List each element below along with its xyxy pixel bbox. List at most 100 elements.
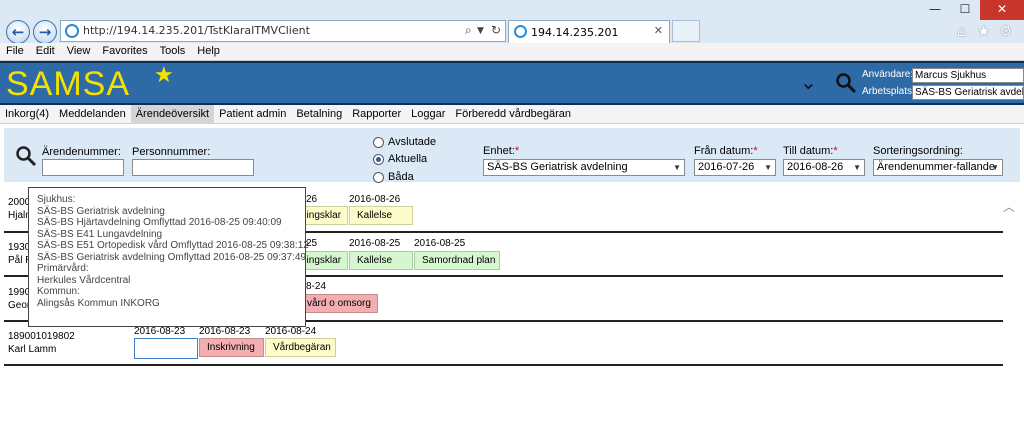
status-chip[interactable]: Samordnad plan	[414, 251, 500, 270]
menu-tools[interactable]: Tools	[154, 43, 192, 60]
row-id: 1990	[8, 287, 31, 298]
nav-inkorg[interactable]: Inkorg(4)	[0, 105, 54, 124]
close-window-button[interactable]: ✕	[980, 0, 1024, 20]
to-date-label: Till datum:*	[783, 145, 838, 157]
row-date: 26	[306, 194, 318, 205]
tooltip-line: Primärvård:	[37, 263, 89, 274]
star-icon[interactable]: ★	[154, 63, 174, 88]
status-chip[interactable]: Vårdbegäran	[265, 338, 336, 357]
case-number-input[interactable]	[42, 159, 124, 176]
nav-betalning[interactable]: Betalning	[291, 105, 347, 124]
to-date-select[interactable]: 2016-08-26 ▼	[783, 159, 865, 176]
menu-help[interactable]: Help	[191, 43, 226, 60]
from-date-select[interactable]: 2016-07-26 ▼	[694, 159, 776, 176]
row-date: 2016-08-23	[134, 326, 186, 337]
radio-completed[interactable]	[373, 137, 384, 148]
unit-label: Enhet:*	[483, 145, 520, 157]
browser-chrome: — ☐ ✕ ← → http://194.14.235.201/TstKlara…	[0, 0, 1024, 44]
app-logo: SAMSA	[6, 65, 131, 103]
nav-arendeoversikt[interactable]: Ärendeöversikt	[130, 105, 215, 124]
menu-file[interactable]: File	[0, 43, 30, 60]
nav-rapporter[interactable]: Rapporter	[347, 105, 406, 124]
nav-patient-admin[interactable]: Patient admin	[214, 105, 291, 124]
forward-button[interactable]: →	[33, 20, 57, 44]
main-nav: Inkorg(4) Meddelanden Ärendeöversikt Pat…	[0, 105, 1024, 124]
status-chip[interactable]: Kallelse	[349, 206, 413, 225]
tooltip-line: SÄS-BS E41 Lungavdelning	[37, 228, 163, 240]
dropdown-arrow-icon: ▼	[673, 163, 681, 172]
empty-status-cell[interactable]	[134, 338, 198, 359]
row-date: 2016-08-26	[349, 194, 401, 205]
refresh-icon[interactable]: ↻	[491, 23, 501, 37]
case-number-label: Ärendenummer:	[42, 146, 121, 158]
row-id: 1930	[8, 242, 31, 253]
row-date: 2016-08-25	[349, 238, 401, 249]
row-divider	[4, 364, 1003, 366]
radio-completed-label: Avslutade	[388, 136, 437, 148]
row-date: 2016-08-24	[265, 326, 317, 337]
radio-current-label: Aktuella	[388, 153, 428, 165]
sort-select[interactable]: Ärendenummer-fallande ▼	[873, 159, 1003, 176]
tooltip-line: Kommun:	[37, 286, 80, 297]
status-chip[interactable]: Kallelse	[349, 251, 413, 270]
minimize-button[interactable]: —	[920, 0, 950, 20]
nav-forberedd-vardbegaran[interactable]: Förberedd vårdbegäran	[450, 105, 576, 124]
window-controls: — ☐ ✕	[920, 0, 1024, 20]
radio-both[interactable]	[373, 172, 384, 183]
workplace-field[interactable]: SÄS-BS Geriatrisk avdeln	[912, 85, 1024, 100]
user-label: Användare:	[862, 69, 914, 80]
dropdown-arrow-icon[interactable]: ▼	[477, 26, 484, 36]
menu-view[interactable]: View	[61, 43, 97, 60]
browser-tab[interactable]: 194.14.235.201 ✕	[508, 20, 670, 43]
search-icon[interactable]	[835, 72, 857, 94]
search-icon[interactable]: ⌕	[465, 23, 472, 38]
person-number-label: Personnummer:	[132, 146, 211, 158]
address-bar[interactable]: http://194.14.235.201/TstKlaraITMVClient…	[60, 20, 506, 42]
address-url: http://194.14.235.201/TstKlaraITMVClient	[83, 24, 310, 37]
row-id: 2000	[8, 197, 31, 208]
tooltip-line: SÄS-BS Hjärtavdelning Omflyttad 2016-08-…	[37, 217, 282, 228]
menu-edit[interactable]: Edit	[30, 43, 61, 60]
radio-current[interactable]	[373, 154, 384, 165]
person-number-input[interactable]	[132, 159, 254, 176]
sort-label: Sorteringsordning:	[873, 145, 963, 157]
dropdown-arrow-icon: ▼	[853, 163, 861, 172]
row-date: 2016-08-25	[414, 238, 466, 249]
hospital-tooltip: Sjukhus: SÄS-BS Geriatrisk avdelning SÄS…	[28, 187, 309, 327]
row-name: Karl Lamm	[8, 344, 57, 355]
from-date-label: Från datum:*	[694, 145, 758, 157]
favorites-icon[interactable]: ★	[977, 22, 990, 40]
menu-bar: File Edit View Favorites Tools Help	[0, 43, 1024, 61]
nav-meddelanden[interactable]: Meddelanden	[54, 105, 131, 124]
app-header: SAMSA ★ ⌄ Användare: Marcus Sjukhus Arbe…	[0, 61, 1024, 105]
maximize-button[interactable]: ☐	[950, 0, 980, 20]
home-icon[interactable]: ⌂	[957, 22, 967, 40]
tooltip-line: SÄS-BS Geriatrisk avdelning Omflyttad 20…	[37, 251, 307, 263]
row-date: 2016-08-23	[199, 326, 251, 337]
row-id: 189001019802	[8, 331, 75, 342]
ie-tab-icon	[514, 25, 527, 38]
nav-loggar[interactable]: Loggar	[406, 105, 450, 124]
unit-select[interactable]: SÄS-BS Geriatrisk avdelning ▼	[483, 159, 685, 176]
tooltip-line: Herkules Vårdcentral	[37, 274, 131, 286]
scroll-up-icon[interactable]: ︿	[1003, 198, 1015, 215]
menu-favorites[interactable]: Favorites	[96, 43, 153, 60]
tab-close-icon[interactable]: ✕	[654, 24, 663, 37]
settings-icon[interactable]: ⚙	[999, 22, 1012, 40]
tooltip-line: SÄS-BS E51 Ortopedisk vård Omflyttad 201…	[37, 240, 309, 251]
radio-both-label: Båda	[388, 171, 414, 183]
chevron-down-icon[interactable]: ⌄	[800, 70, 817, 94]
back-button[interactable]: ←	[6, 20, 30, 44]
status-chip[interactable]: Inskrivning	[199, 338, 264, 357]
tab-title: 194.14.235.201	[531, 26, 619, 39]
tooltip-line: Alingsås Kommun INKORG	[37, 297, 160, 309]
search-icon[interactable]	[15, 145, 37, 167]
ie-page-icon	[65, 24, 79, 38]
workplace-label: Arbetsplats:	[862, 86, 915, 97]
tooltip-line: Sjukhus:	[37, 194, 76, 205]
row-date: 8-24	[306, 281, 327, 292]
user-field[interactable]: Marcus Sjukhus	[912, 68, 1024, 83]
filter-panel: Ärendenummer: Personnummer: Avslutade Ak…	[4, 128, 1020, 183]
new-tab-button[interactable]	[672, 20, 700, 42]
dropdown-arrow-icon: ▼	[991, 163, 999, 172]
